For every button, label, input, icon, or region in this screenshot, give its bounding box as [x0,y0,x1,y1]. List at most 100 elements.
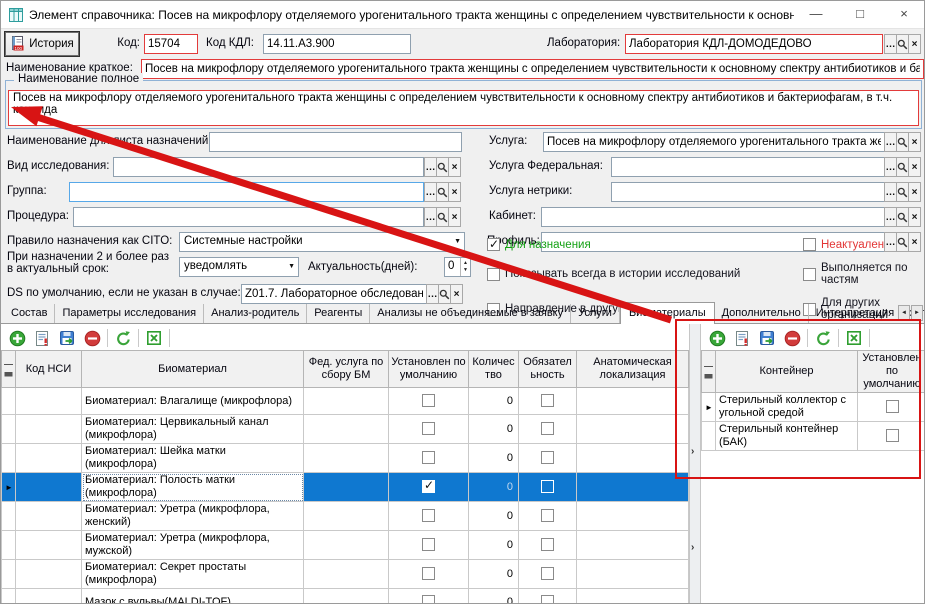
quantity-cell[interactable]: 0 [469,589,519,604]
fed-service-cell[interactable] [304,531,389,560]
checkbox[interactable] [422,451,435,464]
fed-service-cell[interactable] [304,502,389,531]
column-header-0[interactable]: Контейнер [716,351,858,393]
biomaterial-cell[interactable]: Биоматериал: Секрет простаты (микрофлора… [82,560,304,589]
ds-default-input[interactable] [241,284,427,304]
full-name-textarea[interactable]: Посев на микрофлору отделяемого урогенит… [8,90,919,126]
repeat-select[interactable]: уведомлять▼ [179,257,299,277]
row-marker-cell[interactable] [2,444,16,473]
quantity-cell[interactable]: 0 [469,473,519,502]
checkbox[interactable] [541,394,554,407]
fed-service-cell[interactable] [304,560,389,589]
anatomy-cell[interactable] [577,560,689,589]
column-header-1[interactable]: Установлен по умолчанию [858,351,925,393]
checkbox-box[interactable] [487,268,500,281]
row-marker-cell[interactable] [2,531,16,560]
biomaterial-cell[interactable]: Биоматериал: Шейка матки (микрофлора) [82,444,304,473]
table-row[interactable]: Биоматериал: Уретра (микрофлора, мужской… [2,531,689,560]
checkbox[interactable] [422,480,435,493]
checkbox[interactable] [422,567,435,580]
biomaterial-cell[interactable]: Мазок с вульвы(MALDI-TOF) [82,589,304,604]
add-button[interactable] [707,328,727,348]
checkbox[interactable] [541,509,554,522]
checkbox[interactable] [541,480,554,493]
fed-service-cell[interactable] [304,473,389,502]
row-marker-cell[interactable] [2,388,16,415]
nsi-code-cell[interactable] [16,415,82,444]
row-marker-cell[interactable] [2,502,16,531]
row-marker-cell[interactable]: ► [702,393,716,422]
cito-rule-select[interactable]: Системные настройки▼ [179,232,465,252]
biomaterial-cell[interactable]: Биоматериал: Цервикальный канал (микрофл… [82,415,304,444]
edit-button[interactable] [32,328,52,348]
save-button[interactable] [757,328,777,348]
tab-1[interactable]: Параметры исследования [55,304,204,323]
default-flag-cell[interactable] [858,393,925,422]
save-button[interactable] [57,328,77,348]
required-flag-cell[interactable] [519,473,577,502]
required-flag-cell[interactable] [519,502,577,531]
column-header-6[interactable]: Анатомическая локализация [577,351,689,388]
table-row[interactable]: Стерильный контейнер (БАК) [702,422,925,451]
maximize-button[interactable]: □ [838,1,882,29]
quantity-cell[interactable]: 0 [469,531,519,560]
tab-scroll-right-button[interactable]: ► [911,305,923,321]
checkbox[interactable] [541,422,554,435]
checkbox[interactable] [422,595,435,604]
excel-button[interactable] [844,328,864,348]
anatomy-cell[interactable] [577,502,689,531]
row-marker-cell[interactable]: ► [2,473,16,502]
kdl-code-input[interactable] [263,34,411,54]
default-flag-cell[interactable] [858,422,925,451]
table-row[interactable]: Биоматериал: Шейка матки (микрофлора) 0 [2,444,689,473]
column-header-3[interactable]: Установлен по умолчанию [389,351,469,388]
tab-4[interactable]: Анализы не объединяемые в заявку [370,304,571,323]
default-flag-cell[interactable] [389,415,469,444]
required-flag-cell[interactable] [519,444,577,473]
clear-button[interactable]: × [908,132,921,152]
anatomy-cell[interactable] [577,388,689,415]
container-cell[interactable]: Стерильный контейнер (БАК) [716,422,858,451]
table-row[interactable]: Биоматериал: Секрет простаты (микрофлора… [2,560,689,589]
tab-scroll-left-button[interactable]: ◄ [898,305,910,321]
anatomy-cell[interactable] [577,415,689,444]
column-header-0[interactable]: Код НСИ [16,351,82,388]
required-flag-cell[interactable] [519,560,577,589]
delete-button[interactable] [782,328,802,348]
tab-6[interactable]: Биоматериалы [620,302,715,324]
splitter-arrow-icon[interactable]: › [691,446,694,457]
default-flag-cell[interactable] [389,560,469,589]
table-row[interactable]: Мазок с вульвы(MALDI-TOF) 0 [2,589,689,604]
edit-button[interactable] [732,328,752,348]
checkbox[interactable] [541,538,554,551]
fed-service-cell[interactable] [304,388,389,415]
clear-button[interactable]: × [908,207,921,227]
quantity-cell[interactable]: 0 [469,444,519,473]
tab-3[interactable]: Реагенты [307,304,370,323]
research-kind-input[interactable] [113,157,424,177]
column-header-5[interactable]: Обязательность [519,351,577,388]
default-flag-cell[interactable] [389,531,469,560]
nsi-code-cell[interactable] [16,473,82,502]
checkbox[interactable] [886,400,899,413]
default-flag-cell[interactable] [389,473,469,502]
checkbox[interactable] [541,567,554,580]
biomaterial-cell[interactable]: Биоматериал: Влагалище (микрофлора) [82,388,304,415]
short-name-input[interactable] [141,59,924,79]
required-flag-cell[interactable] [519,388,577,415]
column-header-2[interactable]: Фед. услуга по сбору БМ [304,351,389,388]
default-flag-cell[interactable] [389,388,469,415]
default-flag-cell[interactable] [389,444,469,473]
checkbox-2[interactable]: Показывать всегда в истории исследований [487,262,803,286]
nsi-code-cell[interactable] [16,444,82,473]
service-input[interactable] [543,132,885,152]
default-flag-cell[interactable] [389,502,469,531]
clear-button[interactable]: × [448,157,461,177]
add-button[interactable] [7,328,27,348]
clear-button[interactable]: × [448,182,461,202]
table-row[interactable]: Биоматериал: Уретра (микрофлора, женский… [2,502,689,531]
default-flag-cell[interactable] [389,589,469,604]
tab-7[interactable]: Дополнительно [715,304,809,323]
checkbox-3[interactable]: Выполняется по частям [803,262,924,286]
nsi-code-cell[interactable] [16,388,82,415]
